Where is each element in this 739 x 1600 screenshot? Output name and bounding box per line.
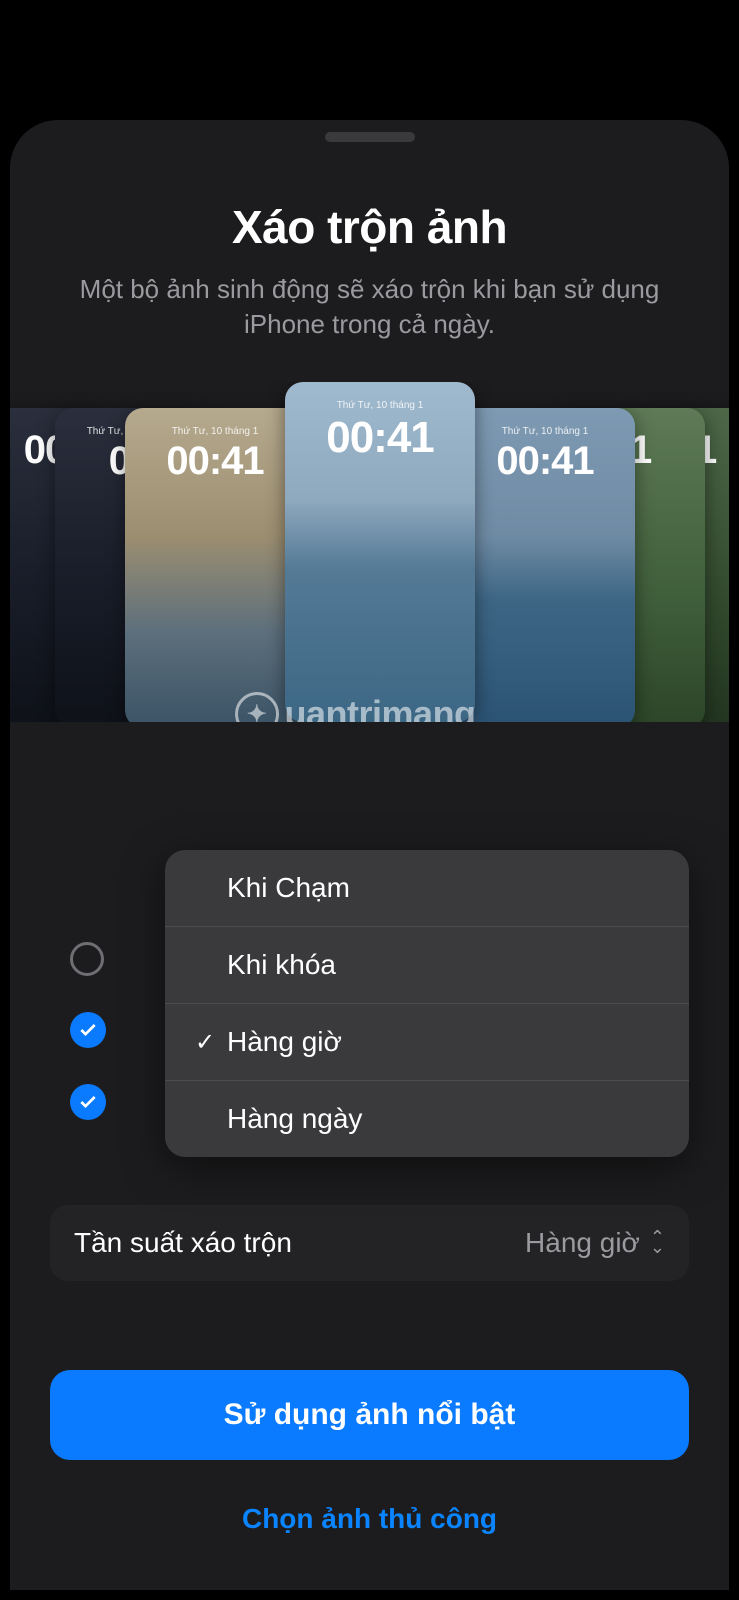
preview-date: Thứ Tư, 10 tháng 1 [502,426,589,437]
photo-shuffle-sheet: Xáo trộn ảnh Một bộ ảnh sinh động sẽ xáo… [10,120,729,1590]
frequency-label: Tần suất xáo trộn [74,1227,292,1259]
menu-item-hourly[interactable]: ✓ Hàng giờ [165,1004,689,1081]
shuffle-frequency-row[interactable]: Tần suất xáo trộn Hàng giờ ⌃⌄ [50,1205,689,1281]
preview-time: 00:41 [326,413,434,463]
frequency-value-wrapper: Hàng giờ ⌃⌄ [525,1227,665,1259]
preview-date: Thứ Tư, 10 tháng 1 [172,426,259,437]
unfold-icon: ⌃⌄ [650,1233,665,1253]
checkmark-icon: ✓ [191,1028,219,1057]
radio-checked-icon[interactable] [70,1084,106,1120]
frequency-value: Hàng giờ [525,1227,640,1259]
menu-item-daily[interactable]: Hàng ngày [165,1081,689,1157]
wallpaper-preview-center[interactable]: Thứ Tư, 10 tháng 1 00:41 [285,382,475,722]
menu-item-label: Hàng giờ [227,1026,342,1058]
preview-date: Thứ Tư, 10 tháng 1 [337,400,424,411]
wallpaper-preview[interactable]: Thứ Tư, 10 tháng 1 00:41 [125,408,305,722]
menu-item-on-tap[interactable]: Khi Chạm [165,850,689,927]
sheet-grabber[interactable] [325,132,415,142]
page-subtitle: Một bộ ảnh sinh động sẽ xáo trộn khi bạn… [10,254,729,342]
use-featured-photos-button[interactable]: Sử dụng ảnh nổi bật [50,1370,689,1460]
menu-item-label: Khi khóa [227,949,336,981]
choose-manually-button[interactable]: Chọn ảnh thủ công [10,1503,729,1535]
wallpaper-preview[interactable]: Thứ Tư, 10 tháng 1 00:41 [455,408,635,722]
page-title: Xáo trộn ảnh [10,200,729,254]
menu-item-on-lock[interactable]: Khi khóa [165,927,689,1004]
frequency-popup-menu: Khi Chạm Khi khóa ✓ Hàng giờ Hàng ngày [165,850,689,1157]
wallpaper-carousel[interactable]: 00 Thứ Tư, 10 tháng 1 00 Thứ Tư, 10 thán… [10,382,729,722]
radio-unchecked-icon[interactable] [70,942,104,976]
button-label: Chọn ảnh thủ công [242,1503,497,1534]
preview-time: 00:41 [166,439,263,484]
radio-checked-icon[interactable] [70,1012,106,1048]
button-label: Sử dụng ảnh nổi bật [224,1398,516,1431]
preview-time: 00:41 [496,439,593,484]
menu-item-label: Hàng ngày [227,1103,362,1135]
menu-item-label: Khi Chạm [227,872,350,904]
header: Xáo trộn ảnh Một bộ ảnh sinh động sẽ xáo… [10,120,729,342]
